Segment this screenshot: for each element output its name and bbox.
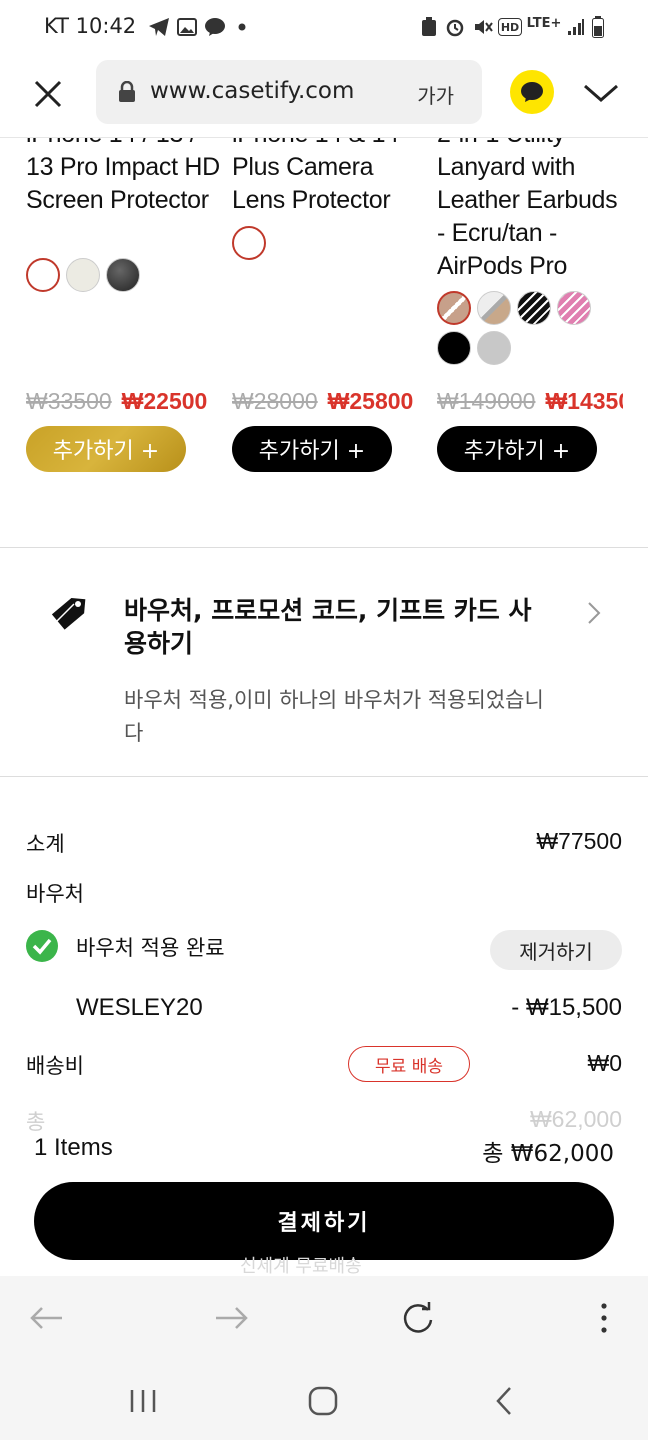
order-total: 총 ₩62,000 [482,1141,614,1167]
sale-price: ₩14350 [545,388,623,414]
original-price: ₩28000 [232,388,318,414]
gallery-icon [176,16,198,38]
divider [0,776,648,777]
signal-icon [566,16,586,38]
voucher-applied-label: 바우처 적용 완료 [76,936,225,960]
original-price: ₩33500 [26,388,112,414]
lte-icon: LTE+ [526,15,562,31]
battery-icon [590,16,606,38]
faded-total-label: 총 [26,1110,46,1134]
recent-apps-icon[interactable] [126,1384,160,1418]
kakao-icon [521,82,543,102]
color-swatch[interactable] [106,258,140,292]
lock-icon [118,80,136,103]
recycle-icon [420,16,438,38]
check-circle-icon [26,930,58,962]
color-swatch[interactable] [437,331,471,365]
voucher-title[interactable]: 바우처, 프로모션 코드, 기프트 카드 사용하기 [124,594,554,660]
recommended-products: iPhone 14 / 13 / 13 Pro Impact HD Screen… [0,138,648,548]
text-size-button[interactable]: 가가 [417,80,454,109]
discount-value: - ₩15,500 [511,994,622,1021]
dot-icon [236,16,248,38]
color-swatch[interactable] [437,291,471,325]
faded-shipping-text: 신세계 무료배송 [240,1256,362,1277]
tag-icon [48,592,92,636]
product-card[interactable]: iPhone 14 & 14 Plus Camera Lens Protecto… [232,138,432,217]
kakaotalk-icon [204,16,226,38]
subtotal-value: ₩77500 [536,828,622,854]
hd-icon: HD [498,18,522,36]
faded-total-value: ₩62,000 [529,1106,622,1132]
color-swatch[interactable] [26,258,60,292]
color-swatch[interactable] [477,291,511,325]
more-options-icon[interactable] [584,1300,624,1336]
home-icon[interactable] [306,1384,340,1418]
voucher-label: 바우처 [26,882,84,906]
refresh-icon[interactable] [398,1300,438,1336]
address-field[interactable]: www.casetify.com 가가 [96,60,482,124]
color-swatch[interactable] [477,331,511,365]
color-swatches [232,226,412,260]
sale-price: ₩22500 [121,388,208,414]
forward-arrow-icon[interactable] [212,1300,252,1336]
add-to-cart-button[interactable]: 추가하기 + [26,426,186,472]
alarm-icon [444,16,466,38]
back-arrow-icon[interactable] [26,1300,66,1336]
voucher-description: 바우처 적용,이미 하나의 바우처가 적용되었습니다 [124,688,544,745]
close-icon[interactable] [30,76,66,112]
status-time: KT 10:42 [44,14,137,38]
color-swatch[interactable] [557,291,591,325]
color-swatches [26,258,206,292]
mute-icon [472,16,494,38]
color-swatch[interactable] [66,258,100,292]
back-icon[interactable] [488,1384,522,1418]
chevron-right-icon[interactable] [584,600,604,626]
free-shipping-badge: 무료 배송 [348,1046,470,1082]
shipping-label: 배송비 [26,1054,84,1078]
add-to-cart-button[interactable]: 추가하기 + [232,426,392,472]
browser-url-bar: www.casetify.com 가가 [0,56,648,138]
product-name[interactable]: iPhone 14 & 14 Plus Camera Lens Protecto… [232,138,432,217]
browser-toolbar [0,1276,648,1360]
chevron-down-icon[interactable] [582,80,620,106]
original-price: ₩149000 [437,388,536,414]
system-navigation-bar [0,1360,648,1440]
checkout-button[interactable]: 결제하기 [34,1182,614,1260]
sale-price: ₩25800 [327,388,414,414]
product-price: ₩33500 ₩22500 [26,388,207,415]
product-price: ₩149000 ₩14350 [437,388,623,415]
subtotal-label: 소계 [26,832,65,856]
kakao-share-button[interactable] [510,70,554,114]
product-card[interactable]: iPhone 14 / 13 / 13 Pro Impact HD Screen… [26,138,226,217]
shipping-value: ₩0 [587,1050,623,1076]
telegram-icon [148,16,170,38]
item-count: 1 Items [34,1134,113,1161]
product-name[interactable]: 2-in-1 Utility Lanyard with Leather Earb… [437,138,627,283]
product-name[interactable]: iPhone 14 / 13 / 13 Pro Impact HD Screen… [26,138,226,217]
voucher-code: WESLEY20 [76,994,203,1021]
product-card[interactable]: 2-in-1 Utility Lanyard with Leather Earb… [437,138,627,283]
color-swatch[interactable] [232,226,266,260]
remove-voucher-button[interactable]: 제거하기 [490,930,622,970]
divider [0,547,648,548]
url-text[interactable]: www.casetify.com [150,78,354,104]
add-to-cart-button[interactable]: 추가하기 + [437,426,597,472]
color-swatches [437,291,612,365]
color-swatch[interactable] [517,291,551,325]
product-price: ₩28000 ₩25800 [232,388,413,415]
status-bar: KT 10:42 HD LTE+ [0,0,648,56]
